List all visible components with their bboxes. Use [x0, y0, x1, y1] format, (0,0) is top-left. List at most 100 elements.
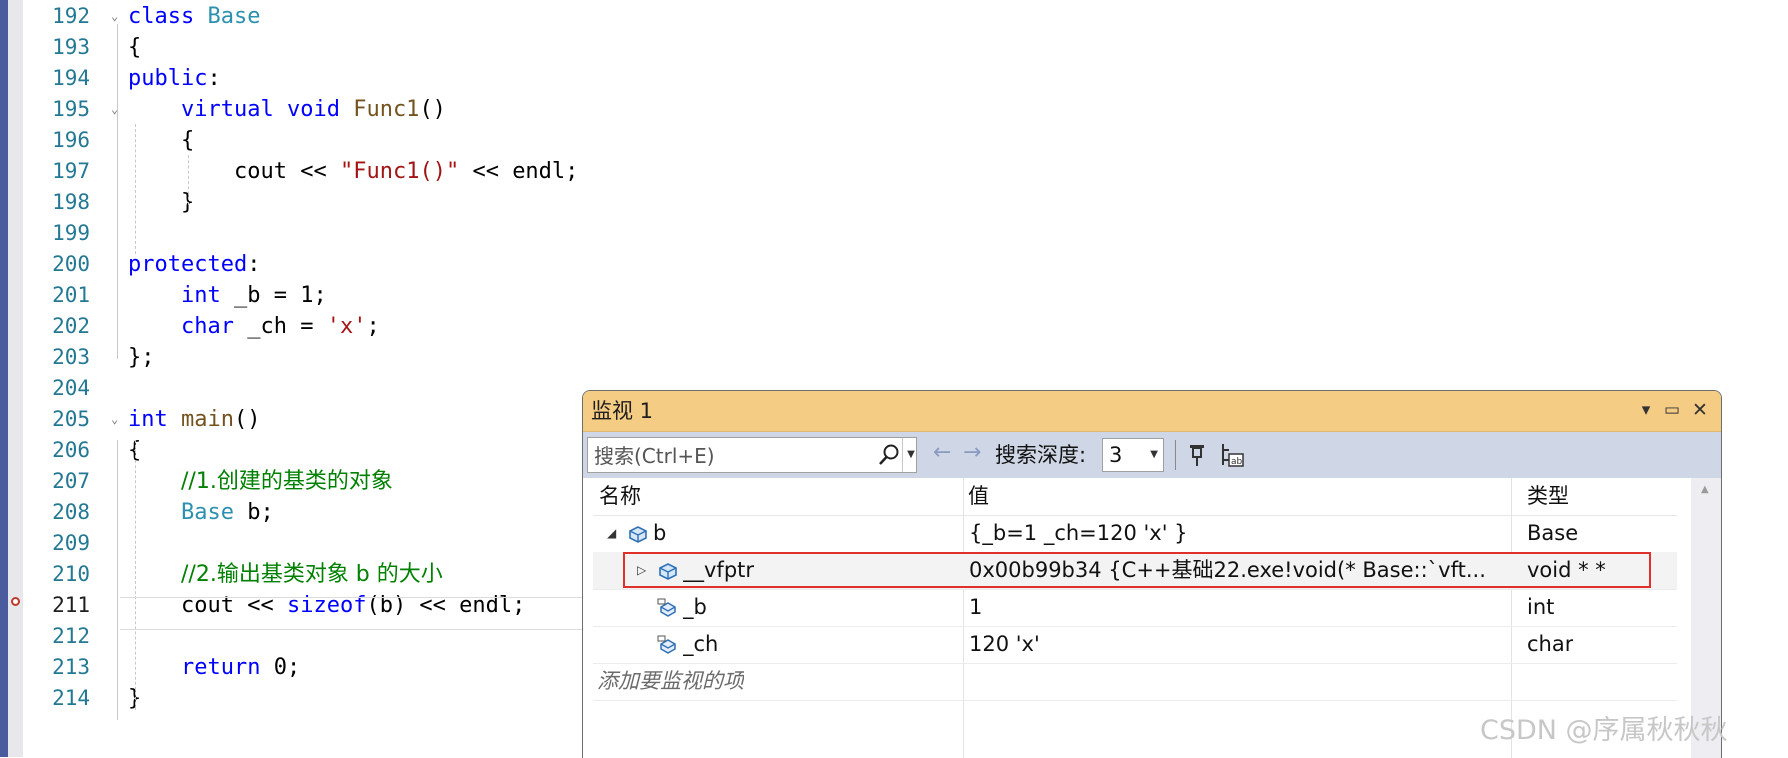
code-token: main: [181, 407, 234, 432]
code-token: Base: [207, 4, 261, 29]
code-line[interactable]: 198}: [0, 187, 1788, 218]
back-arrow-icon[interactable]: ←: [933, 440, 951, 465]
code-token: Base: [181, 500, 234, 525]
watch-row[interactable]: ◢ b {_b=1 _ch=120 'x' } Base: [593, 515, 1677, 553]
code-token: int: [128, 407, 168, 432]
code-token: class: [128, 4, 195, 29]
code-text: //1.创建的基类的对象: [181, 466, 393, 497]
search-box[interactable]: ▼: [587, 437, 919, 474]
line-number: 201: [52, 283, 90, 307]
column-header-value[interactable]: 值: [968, 478, 989, 515]
watch-name-cell[interactable]: b: [653, 515, 666, 552]
watch-row[interactable]: _b 1 int: [593, 589, 1677, 627]
search-input[interactable]: [588, 438, 876, 474]
indent-guide: [188, 155, 189, 205]
pin-icon[interactable]: [1184, 441, 1212, 469]
code-line[interactable]: 199: [0, 218, 1788, 249]
watch-value-cell[interactable]: 120 'x': [969, 626, 1514, 663]
code-token: :: [207, 66, 221, 91]
maximize-icon[interactable]: ▭: [1659, 397, 1685, 423]
code-line[interactable]: 201 int _b = 1;: [0, 280, 1788, 311]
collapse-toggle-icon[interactable]: ◢: [607, 515, 616, 552]
code-line[interactable]: 202 char _ch = 'x';: [0, 311, 1788, 342]
code-token: _ch =: [233, 314, 327, 339]
watch-row[interactable]: _ch 120 'x' char: [593, 626, 1677, 664]
annotation-highlight-box: [623, 552, 1651, 588]
fold-chevron-icon[interactable]: ⌄: [111, 404, 118, 435]
field-icon: [657, 634, 679, 656]
code-line[interactable]: 194 public:: [0, 63, 1788, 94]
line-number: 207: [52, 469, 90, 493]
forward-arrow-icon[interactable]: →: [963, 440, 981, 465]
field-icon: [657, 597, 679, 619]
line-number: 214: [52, 686, 90, 710]
line-number: 209: [52, 531, 90, 555]
line-number: 202: [52, 314, 90, 338]
watch-value-cell[interactable]: {_b=1 _ch=120 'x' }: [969, 515, 1514, 552]
code-line[interactable]: 196 {: [0, 125, 1788, 156]
line-number: 211: [52, 593, 90, 617]
column-header-type[interactable]: 类型: [1527, 478, 1569, 515]
code-token: return: [181, 655, 261, 680]
search-dropdown-icon[interactable]: ▼: [902, 438, 919, 472]
code-line[interactable]: 203};: [0, 342, 1788, 373]
svg-text:ab: ab: [1231, 457, 1243, 467]
line-number: 198: [52, 190, 90, 214]
indent-guide: [117, 24, 118, 359]
add-watch-placeholder[interactable]: 添加要监视的项: [597, 663, 744, 700]
hex-display-icon[interactable]: ab: [1218, 441, 1246, 469]
code-token: //1.创建的基类的对象: [181, 469, 393, 494]
code-token: endl;: [512, 159, 579, 184]
code-token: virtual: [181, 97, 274, 122]
scroll-up-icon[interactable]: ▲: [1701, 484, 1709, 495]
code-token: ;: [366, 314, 380, 339]
line-number: 194: [52, 66, 90, 90]
code-token: <<: [300, 159, 340, 184]
line-number: 213: [52, 655, 90, 679]
code-text: char _ch = 'x';: [181, 311, 380, 342]
search-icon[interactable]: [875, 441, 903, 469]
line-number: 212: [52, 624, 90, 648]
line-number: 210: [52, 562, 90, 586]
watch-window[interactable]: 监视 1 ▾ ▭ ✕ ▼ ← → 搜索深度: 3 ▼: [582, 390, 1722, 758]
watch-value-cell[interactable]: 1: [969, 589, 1514, 626]
code-token: (): [419, 97, 446, 122]
code-line[interactable]: 197 cout << "Func1()" << endl;: [0, 156, 1788, 187]
add-watch-row[interactable]: 添加要监视的项: [593, 663, 1677, 701]
watch-name-cell[interactable]: _ch: [683, 626, 718, 663]
code-text: public:: [128, 63, 221, 94]
line-number: 197: [52, 159, 90, 183]
code-line[interactable]: 193 {: [0, 32, 1788, 63]
code-text: cout << "Func1()" << endl;: [234, 156, 578, 187]
toolbar-divider: [1175, 440, 1176, 470]
object-icon: [627, 523, 649, 545]
watch-type-cell: Base: [1527, 521, 1579, 545]
close-icon[interactable]: ✕: [1687, 397, 1713, 423]
code-token: int: [181, 283, 221, 308]
code-text: class Base: [128, 1, 260, 32]
indent-guide: [117, 440, 118, 720]
code-token: char: [181, 314, 234, 339]
code-line[interactable]: 200 protected:: [0, 249, 1788, 280]
dropdown-icon[interactable]: ▾: [1633, 397, 1659, 423]
chevron-down-icon: ▼: [1150, 449, 1158, 460]
line-number: 195: [52, 97, 90, 121]
column-header-name[interactable]: 名称: [599, 478, 641, 515]
search-depth-label: 搜索深度:: [995, 443, 1087, 467]
code-text: {: [128, 32, 141, 63]
code-token: (): [233, 407, 261, 432]
search-depth-select[interactable]: 3 ▼: [1102, 438, 1164, 472]
code-line[interactable]: 192 ⌄ class Base: [0, 1, 1788, 32]
watch-name-cell[interactable]: _b: [683, 589, 707, 626]
code-token: 0;: [260, 655, 301, 680]
watch-title-bar[interactable]: 监视 1 ▾ ▭ ✕: [583, 391, 1721, 432]
code-token: //2.输出基类对象 b 的大小: [181, 562, 443, 587]
line-number: 203: [52, 345, 90, 369]
code-token: b;: [233, 500, 274, 525]
code-token: public: [128, 66, 208, 91]
search-depth-value: 3: [1109, 443, 1123, 467]
code-text: int _b = 1;: [181, 280, 327, 311]
breakpoint-marker-icon[interactable]: [11, 597, 20, 606]
code-line[interactable]: 195 ⌄ virtual void Func1(): [0, 94, 1788, 125]
